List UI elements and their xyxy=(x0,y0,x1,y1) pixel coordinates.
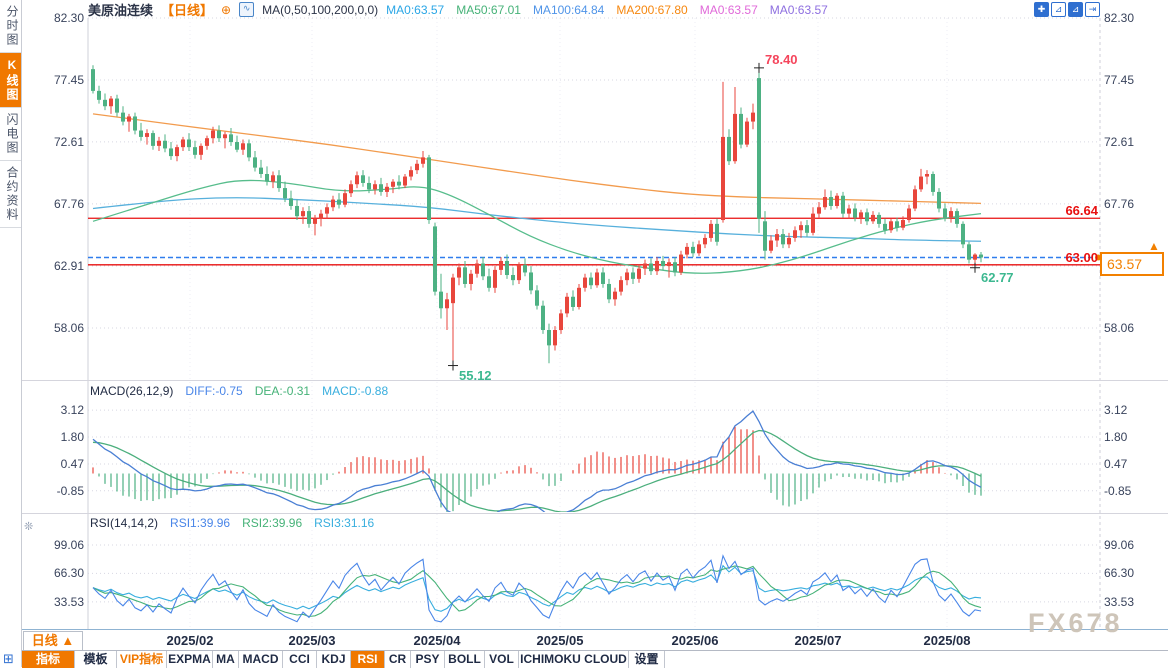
x-axis-month-label: 2025/03 xyxy=(280,633,344,648)
sidebar-item-合约资料[interactable]: 合约资料 xyxy=(0,161,21,228)
y-axis-label: 1.80 xyxy=(1104,430,1127,444)
y-axis-label: -0.85 xyxy=(1104,484,1131,498)
collapse-panel-icon[interactable]: ⇥ xyxy=(1085,2,1100,17)
macd-legend: MACD(26,12,9) DIFF:-0.75 DEA:-0.31 MACD:-0… xyxy=(90,384,388,398)
window-toolbar: ✚⊿⊿⇥ xyxy=(1034,2,1100,17)
tab-VOL[interactable]: VOL xyxy=(485,651,519,668)
tab-VIP指标[interactable]: VIP指标 xyxy=(117,651,167,668)
price-annotation: 62.77 xyxy=(981,270,1014,285)
x-axis-month-label: 2025/05 xyxy=(528,633,592,648)
auto-scale-icon[interactable]: ⊿ xyxy=(1051,2,1066,17)
macd-title: MACD(26,12,9) xyxy=(90,384,173,398)
price-annotation: 55.12 xyxy=(459,368,492,383)
y-axis-label: 82.30 xyxy=(1104,11,1134,25)
x-axis-row: 日线 ▲ 2025/02 2025/03 2025/04 2025/05 2025/06… xyxy=(22,629,1168,650)
chart-header: 美原油连续 【日线】 ⊕ ∿ MA(0,50,100,200,0,0) MA0:… xyxy=(88,1,828,18)
x-axis-month-label: 2025/07 xyxy=(786,633,850,648)
y-axis-label: 99.06 xyxy=(1104,538,1134,552)
y-axis-label: 72.61 xyxy=(24,135,84,149)
indicator-value-label: DIFF:-0.75 xyxy=(185,384,242,398)
price-up-arrow-icon: ▲ xyxy=(1148,239,1160,253)
indicator-value-label: RSI1:39.96 xyxy=(170,516,230,530)
rsi-title: RSI(14,14,2) xyxy=(90,516,158,530)
y-axis-label: 58.06 xyxy=(24,321,84,335)
ma-legend-item: MA0:63.57 xyxy=(770,3,828,17)
trading-app-window: 分时图K线图闪电图合约资料 ⊞ 美原油连续 【日线】 ⊕ ∿ MA(0,50,1… xyxy=(0,0,1168,667)
rsi-legend: RSI(14,14,2) RSI1:39.96 RSI2:39.96 RSI3:31… xyxy=(90,516,374,530)
tab-RSI[interactable]: RSI xyxy=(351,651,385,668)
symbol-title: 美原油连续 xyxy=(88,0,153,19)
ma-legend-item: MA200:67.80 xyxy=(616,3,687,17)
x-axis-month-label: 2025/04 xyxy=(405,633,469,648)
tab-CCI[interactable]: CCI xyxy=(283,651,317,668)
add-compare-icon[interactable]: ⊕ xyxy=(221,3,231,17)
y-axis-label: 72.61 xyxy=(1104,135,1134,149)
tab-KDJ[interactable]: KDJ xyxy=(317,651,351,668)
y-axis-label: 66.30 xyxy=(1104,566,1134,580)
dropdown-arrow-icon: ▲ xyxy=(61,633,74,648)
chart-type-icon[interactable]: ∿ xyxy=(239,2,254,17)
y-axis-label: -0.85 xyxy=(24,484,84,498)
period-selector[interactable]: 日线 ▲ xyxy=(23,631,83,651)
y-axis-label: 82.30 xyxy=(24,11,84,25)
price-alert-label: 63.00 xyxy=(1056,250,1098,265)
y-axis-label: 58.06 xyxy=(1104,321,1134,335)
sidebar-item-K线图[interactable]: K线图 xyxy=(0,53,21,108)
y-axis-label: 0.47 xyxy=(24,457,84,471)
x-axis-month-label: 2025/08 xyxy=(915,633,979,648)
y-axis-label: 33.53 xyxy=(24,595,84,609)
tab-设置[interactable]: 设置 xyxy=(629,651,665,668)
y-axis-label: 77.45 xyxy=(1104,73,1134,87)
indicator-value-label: MACD:-0.88 xyxy=(322,384,388,398)
indicator-value-label: RSI3:31.16 xyxy=(314,516,374,530)
ma-legend-item: MA100:64.84 xyxy=(533,3,604,17)
period-tag: 【日线】 xyxy=(161,0,213,19)
chart-type-sidebar: 分时图K线图闪电图合约资料 xyxy=(0,0,22,667)
ma-legend-item: MA0:63.57 xyxy=(700,3,758,17)
price-alert-label: 66.64 xyxy=(1056,203,1098,218)
tab-MA[interactable]: MA xyxy=(213,651,239,668)
y-axis-label: 33.53 xyxy=(1104,595,1134,609)
y-axis-label: 0.47 xyxy=(1104,457,1127,471)
y-axis-label: 66.30 xyxy=(24,566,84,580)
tab-EXPMA[interactable]: EXPMA xyxy=(167,651,213,668)
crosshair-icon[interactable]: ✚ xyxy=(1034,2,1049,17)
current-price-value: 63.57 xyxy=(1107,256,1142,272)
indicator-value-label: RSI2:39.96 xyxy=(242,516,302,530)
ma-legend-item: MA50:67.01 xyxy=(456,3,521,17)
layout-grid-icon[interactable]: ⊞ xyxy=(3,651,14,667)
ma-legend-item: MA0:63.57 xyxy=(386,3,444,17)
price-annotation: 78.40 xyxy=(765,52,798,67)
ma-settings-label: MA(0,50,100,200,0,0) xyxy=(262,3,378,17)
tab-PSY[interactable]: PSY xyxy=(411,651,445,668)
sidebar-item-分时图[interactable]: 分时图 xyxy=(0,0,21,53)
tab-MACD[interactable]: MACD xyxy=(239,651,283,668)
current-price-box: 63.57 xyxy=(1100,252,1164,276)
tab-CR[interactable]: CR xyxy=(385,651,411,668)
indicator-value-label: DEA:-0.31 xyxy=(255,384,310,398)
tab-模板[interactable]: 模板 xyxy=(75,651,117,668)
tab-BOLL[interactable]: BOLL xyxy=(445,651,485,668)
y-axis-label: 99.06 xyxy=(24,538,84,552)
y-axis-label: 67.76 xyxy=(1104,197,1134,211)
tab-指标[interactable]: 指标 xyxy=(22,651,75,668)
y-axis-label: 3.12 xyxy=(1104,403,1127,417)
chart-canvas[interactable] xyxy=(0,0,1168,667)
indicator-tab-bar: 指标模板VIP指标EXPMAMAMACDCCIKDJRSICRPSYBOLLVO… xyxy=(22,650,1168,667)
x-axis-month-label: 2025/06 xyxy=(663,633,727,648)
indicator-snowflake-icon[interactable]: ❊ xyxy=(24,520,33,533)
y-axis-label: 3.12 xyxy=(24,403,84,417)
y-axis-label: 1.80 xyxy=(24,430,84,444)
x-axis-month-label: 2025/02 xyxy=(158,633,222,648)
y-axis-label: 62.91 xyxy=(24,259,84,273)
y-axis-label: 67.76 xyxy=(24,197,84,211)
left-scale-icon[interactable]: ⊿ xyxy=(1068,2,1083,17)
y-axis-label: 77.45 xyxy=(24,73,84,87)
sidebar-item-闪电图[interactable]: 闪电图 xyxy=(0,108,21,161)
tab-ICHIMOKU CLOUD[interactable]: ICHIMOKU CLOUD xyxy=(519,651,629,668)
ma-legend: MA0:63.57 MA50:67.01 MA100:64.84 MA200:67.8… xyxy=(386,3,828,17)
watermark: FX678 xyxy=(1028,608,1123,639)
